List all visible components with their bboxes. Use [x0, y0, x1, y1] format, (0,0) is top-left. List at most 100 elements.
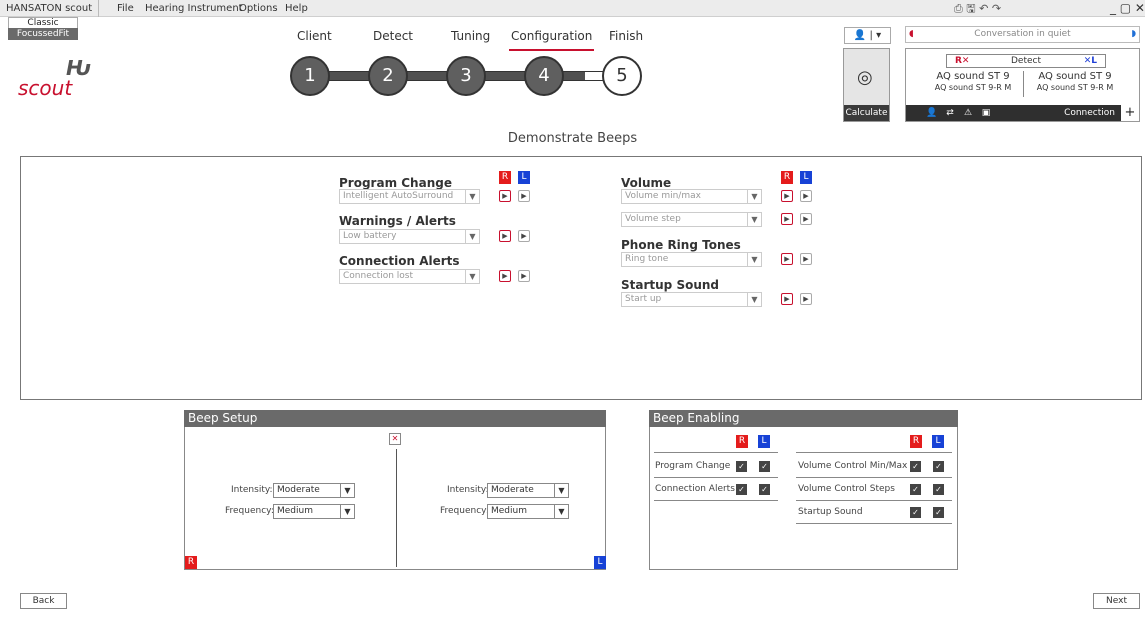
- mute-icon[interactable]: ◖: [909, 27, 914, 42]
- play-right-icon[interactable]: ▶: [781, 213, 793, 225]
- intensity-select-left[interactable]: Moderate ▼: [487, 483, 569, 498]
- volume-step-select[interactable]: Volume step ▼: [621, 212, 762, 227]
- play-left-icon[interactable]: ▶: [800, 213, 812, 225]
- mode-selector[interactable]: Classic FocussedFit: [8, 17, 78, 40]
- tab-tuning[interactable]: Tuning: [451, 29, 490, 43]
- device-separator: [1023, 71, 1024, 97]
- play-right-icon[interactable]: ▶: [781, 253, 793, 265]
- play-left-icon[interactable]: ▶: [800, 190, 812, 202]
- right-side-badge: R: [499, 171, 511, 184]
- play-left-icon[interactable]: ▶: [518, 270, 530, 282]
- back-button[interactable]: Back: [20, 593, 67, 609]
- chevron-down-icon: ▾: [876, 30, 882, 41]
- next-button[interactable]: Next: [1093, 593, 1140, 609]
- divider: [796, 452, 952, 453]
- play-left-icon[interactable]: ▶: [518, 190, 530, 202]
- program-change-select[interactable]: Intelligent AutoSurround ▼: [339, 189, 480, 204]
- step-4[interactable]: 4: [524, 56, 564, 96]
- enable-volume-minmax-left-checkbox[interactable]: ✓: [933, 461, 944, 472]
- add-icon[interactable]: +: [1121, 105, 1139, 121]
- tab-detect[interactable]: Detect: [373, 29, 413, 43]
- startup-sound-title: Startup Sound: [621, 278, 720, 292]
- warnings-select[interactable]: Low battery ▼: [339, 229, 480, 244]
- play-right-icon[interactable]: ▶: [781, 190, 793, 202]
- intensity-select-right[interactable]: Moderate ▼: [273, 483, 355, 498]
- calculate-label: Calculate: [844, 105, 889, 121]
- chat-icon[interactable]: ▣: [978, 105, 994, 121]
- right-side-badge: R: [185, 556, 197, 569]
- menu-help[interactable]: Help: [285, 0, 308, 17]
- connection-label[interactable]: Connection: [1064, 105, 1115, 121]
- toolbar-icons[interactable]: ⎙ 🖫 ↶ ↷: [954, 0, 1001, 17]
- enable-program-change-left-checkbox[interactable]: ✓: [759, 461, 770, 472]
- enable-startup-sound-label: Startup Sound: [798, 507, 863, 517]
- program-selector[interactable]: ◖ Conversation in quiet ◗: [905, 26, 1140, 43]
- step-2[interactable]: 2: [368, 56, 408, 96]
- volume-minmax-select[interactable]: Volume min/max ▼: [621, 189, 762, 204]
- detect-label: Detect: [1010, 56, 1041, 66]
- frequency-select-left[interactable]: Medium ▼: [487, 504, 569, 519]
- step-1[interactable]: 1: [290, 56, 330, 96]
- play-right-icon[interactable]: ▶: [781, 293, 793, 305]
- warning-icon[interactable]: ⚠: [960, 105, 976, 121]
- divider: [654, 452, 778, 453]
- right-side-badge: R: [781, 171, 793, 184]
- menu-options[interactable]: Options: [239, 0, 278, 17]
- page-title: Demonstrate Beeps: [507, 131, 638, 146]
- connection-alerts-title: Connection Alerts: [339, 254, 460, 268]
- frequency-select-right[interactable]: Medium ▼: [273, 504, 355, 519]
- program-name: Conversation in quiet: [974, 29, 1071, 39]
- enable-startup-sound-left-checkbox[interactable]: ✓: [933, 507, 944, 518]
- step-5[interactable]: 5: [602, 56, 642, 96]
- client-menu-button[interactable]: 👤 | ▾: [844, 27, 891, 44]
- menu-bar: HANSATON scout File Hearing Instrument O…: [0, 0, 1145, 17]
- enable-program-change-label: Program Change: [655, 461, 731, 471]
- detect-button[interactable]: R✕ Detect ✕L: [946, 54, 1106, 68]
- mode-classic[interactable]: Classic: [8, 17, 78, 28]
- enable-volume-steps-left-checkbox[interactable]: ✓: [933, 484, 944, 495]
- step-progress: 1 2 3 4 5: [290, 56, 642, 98]
- window-controls[interactable]: _ ▢ ✕: [1110, 0, 1145, 17]
- enable-startup-sound-right-checkbox[interactable]: ✓: [910, 507, 921, 518]
- mode-focussed-fit[interactable]: FocussedFit: [8, 28, 78, 40]
- enable-connection-alerts-right-checkbox[interactable]: ✓: [736, 484, 747, 495]
- enable-volume-steps-right-checkbox[interactable]: ✓: [910, 484, 921, 495]
- enable-connection-alerts-label: Connection Alerts: [655, 484, 735, 494]
- app-name: HANSATON scout: [0, 0, 100, 17]
- play-left-icon[interactable]: ▶: [518, 230, 530, 242]
- left-side-badge: L: [800, 171, 812, 184]
- tab-finish[interactable]: Finish: [609, 29, 643, 43]
- hearing-instrument-panel: R✕ Detect ✕L AQ sound ST 9 AQ sound ST 9…: [905, 48, 1140, 122]
- link-sides-icon[interactable]: ✕: [389, 433, 401, 445]
- play-left-icon[interactable]: ▶: [800, 293, 812, 305]
- speaker-icon[interactable]: ◗: [1131, 27, 1136, 42]
- enable-volume-minmax-right-checkbox[interactable]: ✓: [910, 461, 921, 472]
- startup-select[interactable]: Start up ▼: [621, 292, 762, 307]
- tab-configuration[interactable]: Configuration: [508, 29, 595, 51]
- left-side-badge: L: [932, 435, 944, 448]
- menu-file[interactable]: File: [117, 0, 134, 17]
- beep-setup-panel: Beep Setup ✕ Intensity: Moderate ▼ Freque…: [184, 410, 606, 570]
- play-left-icon[interactable]: ▶: [800, 253, 812, 265]
- swap-icon[interactable]: ⇄: [942, 105, 958, 121]
- enable-connection-alerts-left-checkbox[interactable]: ✓: [759, 484, 770, 495]
- divider: [654, 500, 778, 501]
- play-right-icon[interactable]: ▶: [499, 270, 511, 282]
- enable-program-change-right-checkbox[interactable]: ✓: [736, 461, 747, 472]
- ring-tone-select[interactable]: Ring tone ▼: [621, 252, 762, 267]
- step-3[interactable]: 3: [446, 56, 486, 96]
- person-icon[interactable]: 👤: [924, 105, 940, 121]
- left-device-model: AQ sound ST 9-R M: [1036, 83, 1114, 92]
- intensity-label-left: Intensity:: [447, 485, 489, 495]
- tab-client[interactable]: Client: [297, 29, 332, 43]
- left-device: AQ sound ST 9 AQ sound ST 9-R M: [1025, 71, 1125, 93]
- menu-hearing-instrument[interactable]: Hearing Instrument: [145, 0, 243, 17]
- demonstrate-panel: Program Change R L Intelligent AutoSurro…: [20, 156, 1142, 400]
- connection-alerts-select[interactable]: Connection lost ▼: [339, 269, 480, 284]
- calculate-button[interactable]: ◎ Calculate: [843, 48, 890, 122]
- divider: [796, 523, 952, 524]
- divider: [654, 477, 778, 478]
- play-right-icon[interactable]: ▶: [499, 230, 511, 242]
- play-right-icon[interactable]: ▶: [499, 190, 511, 202]
- enable-volume-steps-label: Volume Control Steps: [798, 484, 895, 494]
